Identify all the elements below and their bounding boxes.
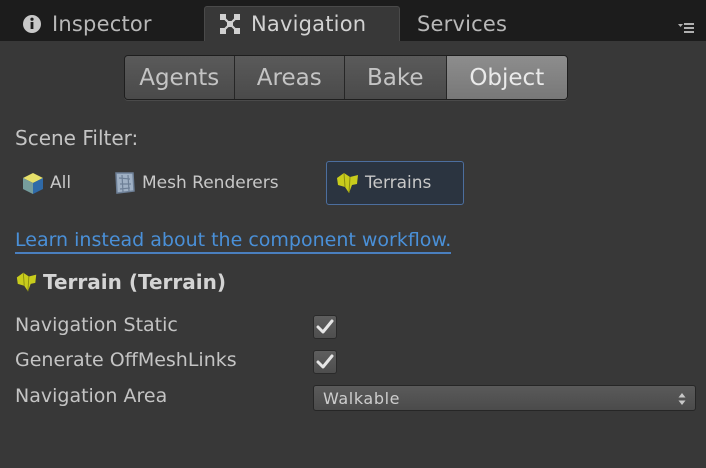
tab-navigation-label: Navigation bbox=[251, 12, 367, 36]
generate-offmeshlinks-label: Generate OffMeshLinks bbox=[15, 349, 237, 371]
navigation-static-label: Navigation Static bbox=[15, 314, 178, 336]
terrain-icon bbox=[335, 170, 361, 196]
object-header: Terrain (Terrain) bbox=[15, 270, 226, 294]
filter-terrains-label: Terrains bbox=[365, 173, 432, 193]
filter-all-label: All bbox=[50, 173, 72, 193]
navigation-area-value: Walkable bbox=[323, 388, 401, 408]
tab-inspector[interactable]: Inspector bbox=[14, 6, 194, 41]
scene-filter-label: Scene Filter: bbox=[15, 126, 139, 150]
terrain-icon bbox=[15, 270, 39, 294]
checkmark-icon bbox=[316, 354, 334, 369]
bake-button[interactable]: Bake bbox=[345, 56, 447, 99]
cube-icon bbox=[20, 170, 46, 196]
filter-terrains-button[interactable]: Terrains bbox=[326, 161, 464, 205]
object-title: Terrain (Terrain) bbox=[43, 270, 226, 294]
tab-services-label: Services bbox=[417, 11, 508, 36]
mesh-renderer-icon bbox=[112, 170, 138, 196]
checkmark-icon bbox=[316, 319, 334, 334]
tab-inspector-label: Inspector bbox=[52, 11, 152, 36]
navigation-area-label: Navigation Area bbox=[15, 385, 168, 407]
mode-segmented-control: Agents Areas Bake Object bbox=[124, 55, 568, 100]
navigation-static-checkbox[interactable] bbox=[313, 315, 337, 339]
areas-button[interactable]: Areas bbox=[234, 56, 345, 99]
component-workflow-link[interactable]: Learn instead about the component workfl… bbox=[15, 229, 452, 254]
tab-services[interactable]: Services bbox=[404, 6, 544, 41]
tab-menu-icon[interactable] bbox=[678, 19, 694, 33]
filter-mesh-renderers-button[interactable]: Mesh Renderers bbox=[112, 161, 279, 205]
navigation-icon bbox=[219, 13, 241, 35]
object-button[interactable]: Object bbox=[446, 56, 567, 99]
generate-offmeshlinks-checkbox[interactable] bbox=[313, 350, 337, 374]
info-icon bbox=[22, 14, 42, 34]
filter-all-button[interactable]: All bbox=[20, 161, 71, 205]
agents-button[interactable]: Agents bbox=[125, 56, 235, 99]
filter-mesh-renderers-label: Mesh Renderers bbox=[142, 173, 279, 193]
updown-arrow-icon bbox=[678, 391, 686, 405]
navigation-area-dropdown[interactable]: Walkable bbox=[313, 385, 696, 411]
window-tab-strip: Inspector Navigation Services bbox=[0, 0, 706, 41]
tab-navigation[interactable]: Navigation bbox=[204, 6, 400, 41]
